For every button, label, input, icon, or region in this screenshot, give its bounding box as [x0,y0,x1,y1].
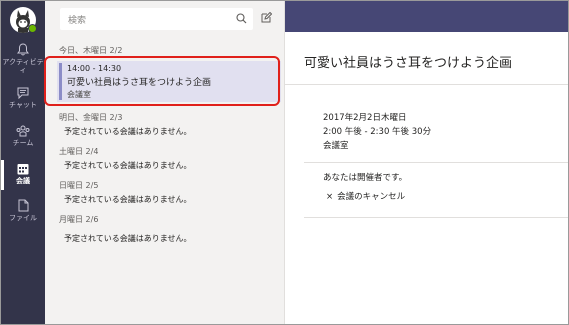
rail-item-label: アクティビティ [2,58,44,74]
teams-icon [16,125,30,137]
search-icon[interactable] [236,13,247,24]
rail-item-chat[interactable]: チャット [1,87,45,109]
day-header: 明日、金曜日 2/3 [59,113,123,122]
rail-item-label: 会議 [16,177,30,185]
meeting-time-range: 2:00 午後 - 2:30 午後 30分 [323,127,432,137]
day-header: 今日、木曜日 2/2 [59,46,123,55]
cancel-meeting-label: 会議のキャンセル [337,192,406,202]
divider [304,162,568,163]
search-input[interactable]: 検索 [68,13,86,26]
bell-icon [17,43,29,56]
page-title: 可愛い社員はうさ耳をつけよう企画 [304,56,513,71]
search-box[interactable]: 検索 [60,8,253,30]
top-bar [285,1,568,32]
rail-item-meetings[interactable]: 会議 [1,160,45,190]
rail-item-teams[interactable]: チーム [1,125,45,147]
no-meetings-text: 予定されている会議はありません。 [64,127,192,136]
chat-icon [17,87,29,99]
day-header: 土曜日 2/4 [59,147,99,156]
rail-item-files[interactable]: ファイル [1,199,45,222]
app-rail: アクティビティ チャット チーム 会議 ファイル [1,1,45,324]
rail-item-label: チーム [12,139,34,147]
rail-item-activity[interactable]: アクティビティ [1,43,45,74]
divider [285,84,568,85]
no-meetings-text: 予定されている会議はありません。 [64,195,192,204]
day-header: 日曜日 2/5 [59,181,99,190]
no-meetings-text: 予定されている会議はありません。 [64,161,192,170]
calendar-icon [17,164,29,175]
selection-highlight-box [44,56,280,106]
meetings-list-pane: 検索 今日、木曜日 2/2 14:00 - 14:30 可愛い社員はうさ耳をつけ… [45,1,285,324]
rail-item-label: ファイル [9,214,37,222]
close-icon: × [326,192,334,202]
rail-item-label: チャット [9,101,37,109]
file-icon [18,199,28,212]
no-meetings-text: 予定されている会議はありません。 [64,234,192,243]
cancel-meeting-button[interactable]: × 会議のキャンセル [326,190,405,202]
app-window: アクティビティ チャット チーム 会議 ファイル 検索 今日、木曜日 2/2 1… [0,0,569,325]
meeting-date: 2017年2月2日木曜日 [323,113,407,123]
presence-status-icon [28,24,37,33]
divider [304,217,568,218]
meeting-room: 会議室 [323,141,349,151]
compose-icon[interactable] [261,12,272,23]
day-header: 月曜日 2/6 [59,215,99,224]
organizer-note: あなたは開催者です。 [323,173,408,183]
